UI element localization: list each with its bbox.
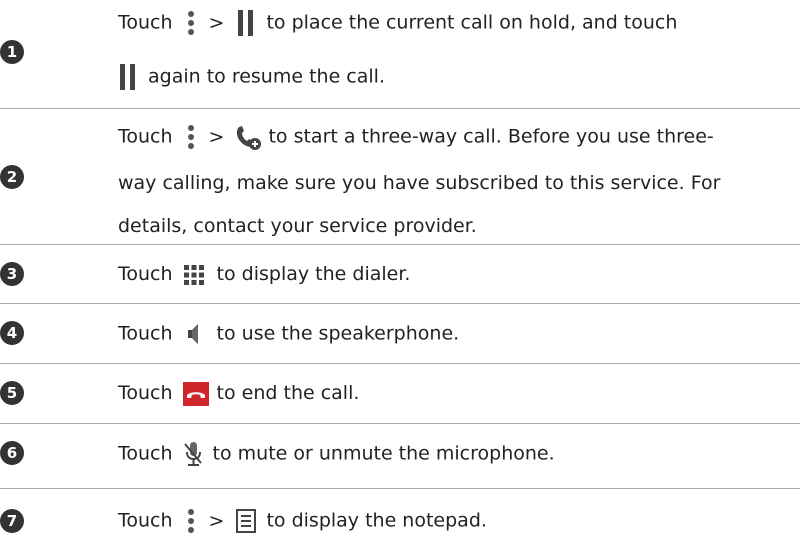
- instruction-line: Touch to end the call.: [118, 381, 359, 406]
- touch-text: Touch: [118, 442, 173, 465]
- step-number-badge: 6: [0, 441, 24, 465]
- step-number-badge: 2: [0, 165, 24, 189]
- instruction-line: details, contact your service provider.: [118, 215, 477, 237]
- step-number-badge: 7: [0, 509, 24, 533]
- instruction-text: to mute or unmute the microphone.: [212, 442, 555, 465]
- more-options-icon: [187, 10, 195, 36]
- arrow-separator: >: [208, 510, 225, 532]
- row-divider: [0, 244, 800, 245]
- step-number-badge: 5: [0, 381, 24, 405]
- instruction-text: to display the notepad.: [266, 509, 487, 532]
- instruction-line: Touch to use the speakerphone.: [118, 321, 459, 347]
- instruction-line: again to resume the call.: [118, 64, 385, 90]
- hold-icon: [238, 10, 254, 36]
- row-divider: [0, 423, 800, 424]
- hold-icon: [120, 64, 136, 90]
- row-divider: [0, 108, 800, 109]
- arrow-separator: >: [208, 12, 225, 34]
- instruction-line: Touch to display the dialer.: [118, 262, 410, 286]
- speaker-icon: [185, 321, 203, 347]
- instruction-text: to display the dialer.: [216, 263, 411, 285]
- instruction-text: to start a three-way call. Before you us…: [268, 125, 714, 148]
- instruction-line: Touch > to display the notepad.: [118, 508, 487, 534]
- row-divider: [0, 303, 800, 304]
- step-number-badge: 4: [0, 321, 24, 345]
- touch-text: Touch: [118, 125, 173, 148]
- end-call-icon: [182, 381, 209, 406]
- instruction-text: to end the call.: [216, 382, 360, 404]
- step-number-badge: 3: [0, 262, 24, 286]
- instruction-line: way calling, make sure you have subscrib…: [118, 172, 721, 194]
- mute-microphone-icon: [183, 441, 203, 467]
- instruction-line: Touch > to place the current call on hold,…: [118, 10, 677, 36]
- more-options-icon: [187, 508, 195, 534]
- instruction-line: Touch > to start a three-way call. Before…: [118, 124, 714, 150]
- touch-text: Touch: [118, 263, 173, 285]
- arrow-separator: >: [208, 126, 225, 148]
- dialer-icon: [183, 264, 205, 286]
- row-divider: [0, 363, 800, 364]
- instruction-text: to use the speakerphone.: [216, 322, 460, 345]
- row-divider: [0, 488, 800, 489]
- touch-text: Touch: [118, 322, 173, 345]
- add-call-icon: [234, 124, 262, 150]
- notepad-icon: [236, 509, 257, 533]
- touch-text: Touch: [118, 11, 173, 34]
- instruction-line: Touch to mute or unmute the microphone.: [118, 441, 555, 467]
- instruction-text: again to resume the call.: [148, 65, 385, 88]
- step-number-badge: 1: [0, 40, 24, 64]
- instruction-text: to place the current call on hold, and t…: [266, 11, 678, 34]
- touch-text: Touch: [118, 382, 173, 404]
- more-options-icon: [187, 124, 195, 150]
- touch-text: Touch: [118, 509, 173, 532]
